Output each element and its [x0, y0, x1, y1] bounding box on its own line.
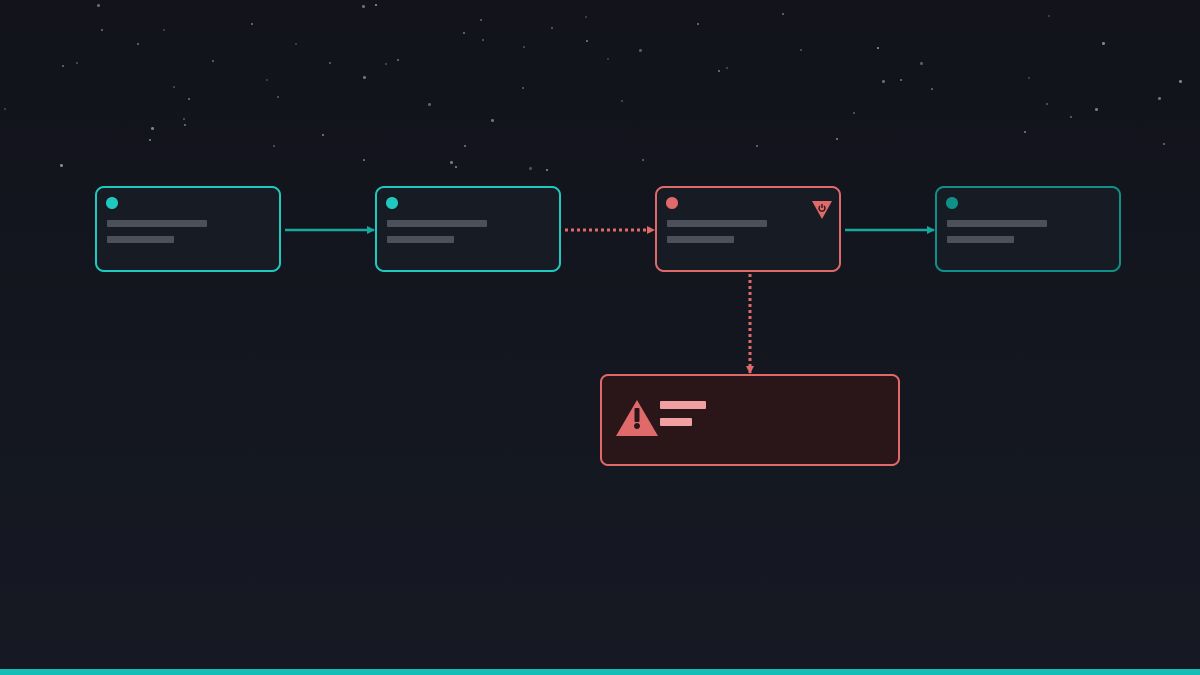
node-subtitle-placeholder	[107, 236, 174, 243]
node-subtitle-placeholder	[667, 236, 734, 243]
pipeline-node-3[interactable]	[655, 186, 841, 272]
node-title-placeholder	[107, 220, 207, 227]
status-dot	[106, 197, 118, 209]
warning-triangle-icon	[616, 400, 658, 436]
error-message-placeholder	[660, 401, 706, 409]
node-title-placeholder	[667, 220, 767, 227]
status-dot	[946, 197, 958, 209]
node-subtitle-placeholder	[947, 236, 1014, 243]
pipeline-node-4[interactable]	[935, 186, 1121, 272]
pipeline-node-2[interactable]	[375, 186, 561, 272]
error-badge-icon	[812, 201, 832, 219]
footer-accent-bar	[0, 669, 1200, 675]
connectors	[285, 226, 935, 374]
node-title-placeholder	[387, 220, 487, 227]
pipeline-node-1[interactable]	[95, 186, 281, 272]
status-dot	[666, 197, 678, 209]
status-dot	[386, 197, 398, 209]
node-subtitle-placeholder	[387, 236, 454, 243]
error-detail-placeholder	[660, 418, 692, 426]
node-title-placeholder	[947, 220, 1047, 227]
error-panel[interactable]	[600, 374, 900, 466]
